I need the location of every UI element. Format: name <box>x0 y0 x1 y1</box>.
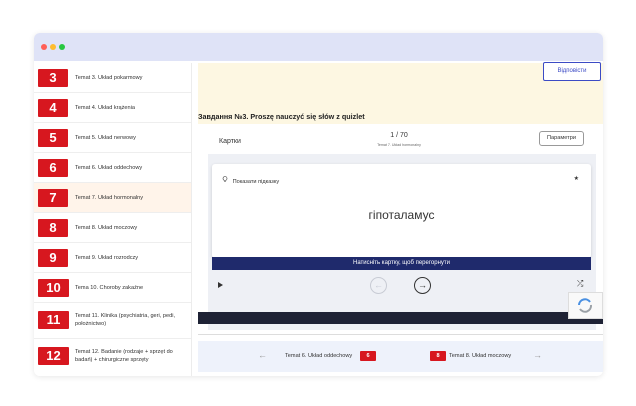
star-icon[interactable]: ★ <box>574 175 579 182</box>
next-arrow-icon[interactable]: → <box>533 350 542 360</box>
lesson-item-4[interactable]: 4 Temat 4. Układ krążenia <box>34 93 191 123</box>
lesson-number: 5 <box>38 129 68 147</box>
lesson-number: 10 <box>38 279 69 297</box>
lesson-item-3[interactable]: 3 Temat 3. Układ pokarmowy <box>34 63 191 93</box>
flip-hint-bar[interactable]: Натисніть картку, щоб перегорнути <box>212 257 591 270</box>
title-bar <box>34 33 603 61</box>
shuffle-icon[interactable]: ⤮ <box>577 279 583 289</box>
parameters-button[interactable]: Параметри <box>539 131 584 146</box>
lesson-title: Temat 4. Układ krążenia <box>75 105 136 111</box>
close-dot[interactable] <box>41 44 47 50</box>
answer-button[interactable]: Відповісти <box>543 62 601 81</box>
prev-arrow-icon[interactable]: ← <box>258 350 267 360</box>
flashcard-term: гіпоталамус <box>368 208 435 222</box>
minimize-dot[interactable] <box>50 44 56 50</box>
lesson-title: Temat 9. Układ rozrodczy <box>75 255 139 261</box>
cards-label: Картки <box>219 138 241 145</box>
lesson-number: 9 <box>38 249 68 267</box>
arrow-left-icon[interactable]: ← <box>370 277 387 294</box>
lesson-title: Temat 11. Klinika (psychiatria, geri, pe… <box>75 313 176 327</box>
lesson-number: 4 <box>38 99 68 117</box>
lesson-item-10[interactable]: 10 Tema 10. Choroby zakaźne <box>34 273 191 303</box>
prev-lesson-badge: 6 <box>360 351 376 361</box>
lesson-title: Temat 7. Układ hormonalny <box>75 195 144 201</box>
lesson-title: Temat 12. Badanie (rodzaje + sprzęt do b… <box>75 349 173 363</box>
lightbulb-icon <box>222 176 228 182</box>
lesson-item-11[interactable]: 11 Temat 11. Klinika (psychiatria, geri,… <box>34 303 191 339</box>
lesson-title: Temat 3. Układ pokarmowy <box>75 75 143 81</box>
lesson-number: 7 <box>38 189 68 207</box>
lesson-title: Tema 10. Choroby zakaźne <box>75 285 144 291</box>
lesson-title: Temat 6. Układ oddechowy <box>75 165 143 171</box>
lesson-number: 8 <box>38 219 68 237</box>
recaptcha-icon <box>568 292 603 319</box>
lesson-item-7[interactable]: 7 Temat 7. Układ hormonalny <box>34 183 191 213</box>
card-set-title: Temat 7. Układ hormonalny <box>377 143 421 147</box>
zoom-dot[interactable] <box>59 44 65 50</box>
quizlet-footer-bar <box>198 312 603 324</box>
lesson-item-12[interactable]: 12 Temat 12. Badanie (rodzaje + sprzęt d… <box>34 339 191 376</box>
lesson-item-5[interactable]: 5 Temat 5. Układ nerwowy <box>34 123 191 153</box>
lesson-title: Temat 8. Układ moczowy <box>75 225 138 231</box>
lesson-sidebar: 3 Temat 3. Układ pokarmowy 4 Temat 4. Uk… <box>34 63 192 376</box>
hint-label: Показати підказку <box>232 179 280 185</box>
lesson-number: 11 <box>38 311 69 329</box>
lesson-number: 12 <box>38 347 69 365</box>
arrow-right-icon[interactable]: → <box>414 277 431 294</box>
lesson-navigation: ← Temat 6. Układ oddechowy 6 8 Temat 8. … <box>198 341 603 372</box>
lesson-item-6[interactable]: 6 Temat 6. Układ oddechowy <box>34 153 191 183</box>
lesson-number: 6 <box>38 159 68 177</box>
next-lesson-link[interactable]: Temat 8. Układ moczowy <box>449 353 511 359</box>
lesson-number: 3 <box>38 69 68 87</box>
task-title: Завдання №3. Proszę nauczyć się słów z q… <box>198 112 365 121</box>
play-icon[interactable] <box>218 282 223 288</box>
show-hint-button[interactable]: Показати підказку <box>222 176 279 185</box>
lesson-item-9[interactable]: 9 Temat 9. Układ rozrodczy <box>34 243 191 273</box>
next-lesson-badge: 8 <box>430 351 446 361</box>
card-counter: 1 / 70 <box>390 132 408 139</box>
lesson-title: Temat 5. Układ nerwowy <box>75 135 136 141</box>
prev-lesson-link[interactable]: Temat 6. Układ oddechowy <box>285 353 352 359</box>
flashcard[interactable]: Показати підказку ★ гіпоталамус <box>212 164 591 258</box>
lesson-item-8[interactable]: 8 Temat 8. Układ moczowy <box>34 213 191 243</box>
